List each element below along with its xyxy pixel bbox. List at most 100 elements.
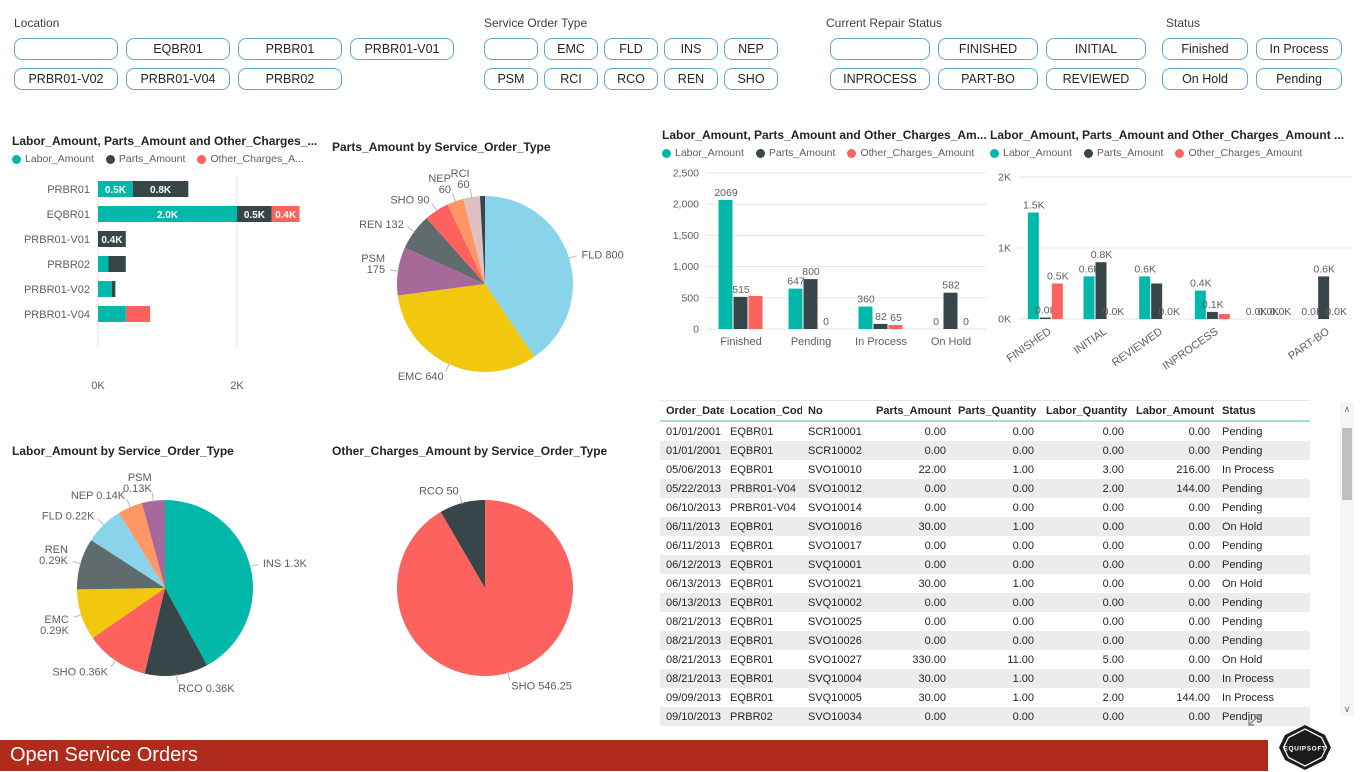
bar[interactable] (944, 293, 958, 329)
chart-text: FLD 800 (582, 249, 624, 261)
slicer-button-RCI[interactable]: RCI (544, 68, 598, 90)
slicer-button-PRBR01-V01[interactable]: PRBR01-V01 (350, 38, 454, 60)
slicer-button-INPROCESS[interactable]: INPROCESS (830, 68, 930, 90)
table-cell: 0.00 (1040, 593, 1130, 612)
column-header[interactable]: Status (1216, 401, 1310, 422)
table-cell: 0.00 (1130, 421, 1216, 441)
slicer-button-PRBR02[interactable]: PRBR02 (238, 68, 342, 90)
legend-item[interactable]: Parts_Amount (106, 153, 186, 165)
slicer-button-INITIAL[interactable]: INITIAL (1046, 38, 1146, 60)
legend-dot-icon (990, 149, 999, 158)
bar[interactable] (1040, 318, 1051, 319)
bar[interactable] (1207, 312, 1218, 319)
slicer-button-INS[interactable]: INS (664, 38, 718, 60)
slicer-button-blank[interactable] (484, 38, 538, 60)
slicer-button-REN[interactable]: REN (664, 68, 718, 90)
chart-text: 0.13K (123, 483, 152, 495)
legend-item[interactable]: Parts_Amount (1084, 147, 1164, 159)
bar-segment[interactable] (98, 281, 112, 297)
chart-text: 0.8K (1091, 249, 1113, 261)
table-cell: PRBR02 (724, 707, 802, 726)
bar[interactable] (1139, 276, 1150, 319)
legend-item[interactable]: Labor_Amount (990, 147, 1072, 159)
chart-canvas: 05001,0001,5002,0002,5002069515Finished6… (660, 163, 990, 375)
bar[interactable] (1028, 213, 1039, 320)
bar[interactable] (1052, 284, 1063, 320)
chart-text: PRBR01 (47, 184, 90, 196)
table-cell: 0.00 (1130, 498, 1216, 517)
table-cell: 0.00 (952, 498, 1040, 517)
slicer-button-FLD[interactable]: FLD (604, 38, 658, 60)
slicer-button-blank[interactable] (14, 38, 118, 60)
legend-item[interactable]: Other_Charges_A... (197, 153, 303, 165)
bar[interactable] (874, 324, 888, 329)
slicer-button-PART-BO[interactable]: PART-BO (938, 68, 1038, 90)
chart-text: 175 (367, 264, 385, 276)
bar[interactable] (1219, 314, 1230, 319)
legend-item[interactable]: Other_Charges_Amount (1175, 147, 1302, 159)
slicer-button-Pending[interactable]: Pending (1256, 68, 1342, 90)
slicer-button-Finished[interactable]: Finished (1162, 38, 1248, 60)
chart-text: 60 (439, 184, 451, 196)
table-cell: EQBR01 (724, 593, 802, 612)
bar[interactable] (889, 325, 903, 329)
chart-text: FLD 0.22K (42, 511, 95, 523)
table-row: 08/21/2013EQBR01SVQ1000430.001.000.000.0… (660, 669, 1310, 688)
table-cell: 0.00 (1040, 631, 1130, 650)
table-cell: 0.00 (952, 441, 1040, 460)
table-cell: 09/09/2013 (660, 688, 724, 707)
slicer-button-EQBR01[interactable]: EQBR01 (126, 38, 230, 60)
chart-line (470, 189, 471, 198)
slicer-button-NEP[interactable]: NEP (724, 38, 778, 60)
table-cell: 2.00 (1040, 479, 1130, 498)
slicer-button-SHO[interactable]: SHO (724, 68, 778, 90)
column-header[interactable]: Parts_Amount (870, 401, 952, 422)
slicer-button-On Hold[interactable]: On Hold (1162, 68, 1248, 90)
bar[interactable] (1084, 276, 1095, 319)
bar-segment[interactable] (98, 256, 108, 272)
column-header[interactable]: Order_Date (660, 401, 724, 422)
bar[interactable] (859, 307, 873, 329)
table-scrollbar[interactable]: ∧ ∨ (1340, 402, 1354, 716)
column-header[interactable]: Location_Code (724, 401, 802, 422)
column-header[interactable]: Labor_Amount (1130, 401, 1216, 422)
scrollbar-thumb[interactable] (1342, 428, 1352, 500)
table-cell: Pending (1216, 555, 1310, 574)
slicer-button-In Process[interactable]: In Process (1256, 38, 1342, 60)
bar[interactable] (789, 289, 803, 329)
bar-segment[interactable] (108, 256, 125, 272)
chart-text: 800 (802, 266, 820, 278)
bar-segment[interactable] (98, 306, 126, 322)
slicer-button-PSM[interactable]: PSM (484, 68, 538, 90)
bar-segment[interactable] (112, 281, 115, 297)
scroll-up-icon[interactable]: ∧ (1340, 402, 1354, 416)
legend-label: Parts_Amount (119, 153, 186, 165)
legend-item[interactable]: Parts_Amount (756, 147, 836, 159)
legend-item[interactable]: Labor_Amount (662, 147, 744, 159)
legend-item[interactable]: Labor_Amount (12, 153, 94, 165)
slicer-button-PRBR01[interactable]: PRBR01 (238, 38, 342, 60)
slicer-button-REVIEWED[interactable]: REVIEWED (1046, 68, 1146, 90)
legend-label: Other_Charges_Amount (860, 147, 974, 159)
bar-segment[interactable] (126, 306, 150, 322)
slicer-button-RCO[interactable]: RCO (604, 68, 658, 90)
bar[interactable] (734, 297, 748, 329)
slicer-button-PRBR01-V02[interactable]: PRBR01-V02 (14, 68, 118, 90)
bar[interactable] (804, 279, 818, 329)
table-cell: Pending (1216, 441, 1310, 460)
slicer-button-PRBR01-V04[interactable]: PRBR01-V04 (126, 68, 230, 90)
slicer-button-FINISHED[interactable]: FINISHED (938, 38, 1038, 60)
bar[interactable] (749, 296, 763, 329)
bar[interactable] (719, 200, 733, 329)
chart-line (127, 500, 131, 508)
column-header[interactable]: Parts_Quantity (952, 401, 1040, 422)
column-header[interactable]: Labor_Quantity (1040, 401, 1130, 422)
column-header[interactable]: No (802, 401, 870, 422)
scroll-down-icon[interactable]: ∨ (1340, 702, 1354, 716)
slicer-button-EMC[interactable]: EMC (544, 38, 598, 60)
legend-item[interactable]: Other_Charges_Amount (847, 147, 974, 159)
chart-text: 515 (732, 284, 750, 296)
table-cell: SVO10034 (802, 707, 870, 726)
slicer-button-blank[interactable] (830, 38, 930, 60)
table-cell: In Process (1216, 460, 1310, 479)
